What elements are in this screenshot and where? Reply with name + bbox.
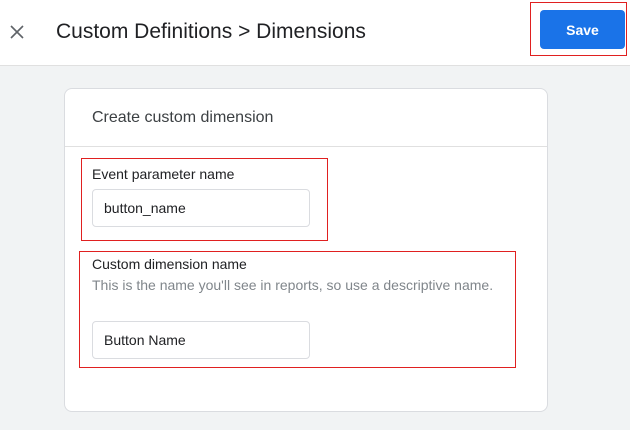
dimension-name-input[interactable]	[92, 321, 310, 359]
create-dimension-card: Create custom dimension Event parameter …	[64, 88, 548, 412]
event-parameter-input[interactable]	[92, 189, 310, 227]
close-button[interactable]	[4, 17, 30, 47]
page-header: Custom Definitions > Dimensions Save	[0, 0, 630, 66]
page-title: Custom Definitions > Dimensions	[56, 20, 366, 43]
card-title: Create custom dimension	[92, 109, 274, 126]
save-button[interactable]: Save	[540, 10, 625, 49]
close-icon	[10, 25, 24, 39]
event-parameter-label: Event parameter name	[92, 166, 235, 182]
card-divider	[65, 146, 547, 147]
dimension-name-label: Custom dimension name	[92, 256, 247, 272]
dimension-name-help-text: This is the name you'll see in reports, …	[92, 277, 494, 293]
